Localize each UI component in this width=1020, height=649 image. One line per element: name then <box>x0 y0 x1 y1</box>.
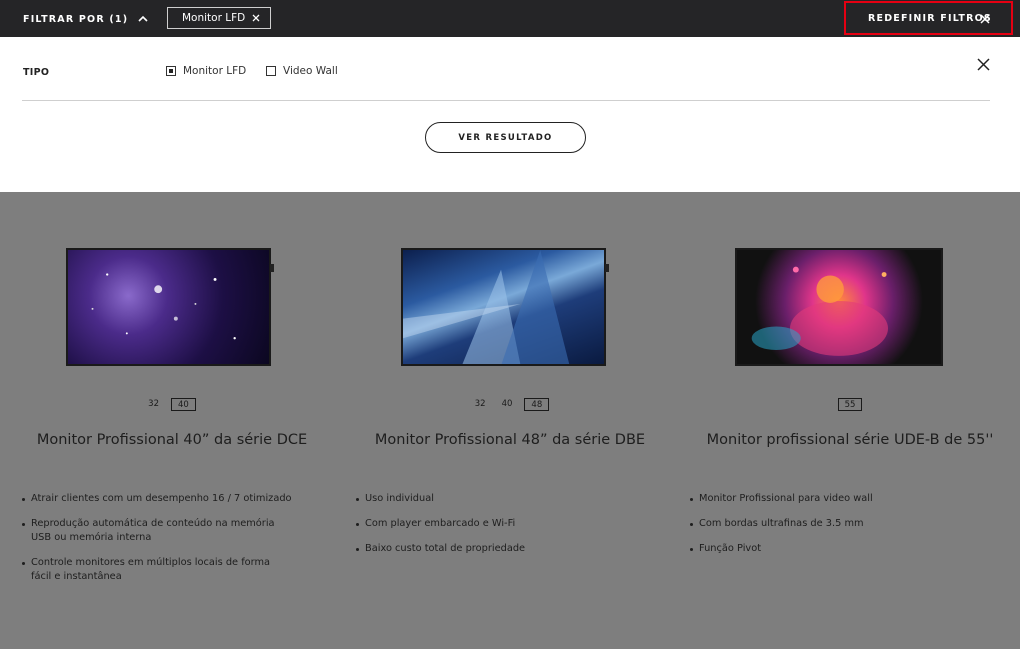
galaxy-image <box>91 273 236 340</box>
close-panel-icon[interactable] <box>977 58 990 71</box>
size-selector: 32 40 48 <box>340 398 680 411</box>
product-card: 32 40 Monitor Profissional 40” da série … <box>0 192 340 649</box>
feature-list: Uso individual Com player embarcado e Wi… <box>356 492 626 567</box>
size-option-selected[interactable]: 48 <box>524 398 550 411</box>
product-title[interactable]: Monitor Profissional 40” da série DCE <box>2 432 342 448</box>
active-filter-chip[interactable]: Monitor LFD <box>167 7 271 29</box>
filter-group-label: TIPO <box>23 67 50 78</box>
filter-option-monitor-lfd[interactable]: Monitor LFD <box>166 65 246 77</box>
product-image[interactable] <box>401 248 606 366</box>
feature-item: Reprodução automática de conteúdo na mem… <box>22 517 292 545</box>
size-selector: 32 40 <box>0 398 340 411</box>
close-icon <box>980 14 990 24</box>
reset-label: REDEFINIR FILTROS <box>868 12 992 24</box>
feature-item: Função Pivot <box>690 542 960 556</box>
product-image[interactable] <box>735 248 943 366</box>
abstract-image <box>403 250 570 364</box>
filter-toggle-button[interactable]: FILTRAR POR (1) <box>23 12 149 26</box>
feature-list: Atrair clientes com um desempenho 16 / 7… <box>22 492 292 595</box>
feature-item: Controle monitores em múltiplos locais d… <box>22 556 292 584</box>
feature-item: Uso individual <box>356 492 626 506</box>
reset-filters-button[interactable]: REDEFINIR FILTROS <box>844 1 1013 35</box>
option-label: Monitor LFD <box>183 65 247 77</box>
size-option[interactable]: 32 <box>471 398 490 411</box>
monitor-side-port <box>605 264 609 272</box>
product-card: 32 40 48 Monitor Profissional 48” da sér… <box>340 192 680 649</box>
checkbox-unchecked[interactable] <box>266 66 276 76</box>
feature-item: Com bordas ultrafinas de 3.5 mm <box>690 517 960 531</box>
filter-panel: TIPO Monitor LFD Video Wall VER RESULTAD… <box>0 37 1020 192</box>
checkbox-checked[interactable] <box>166 66 176 76</box>
product-image[interactable] <box>66 248 271 366</box>
size-option-selected[interactable]: 55 <box>837 398 863 411</box>
filter-bar: FILTRAR POR (1) Monitor LFD REDEFINIR FI… <box>0 0 1020 37</box>
monitor-side-port <box>270 264 274 272</box>
product-title[interactable]: Monitor Profissional 48” da série DBE <box>340 432 680 448</box>
size-option[interactable]: 40 <box>498 398 517 411</box>
size-option[interactable]: 32 <box>144 398 163 411</box>
product-card: 55 Monitor profissional série UDE-B de 5… <box>680 192 1020 649</box>
close-icon[interactable] <box>251 13 261 23</box>
feature-item: Baixo custo total de propriedade <box>356 542 626 556</box>
product-title[interactable]: Monitor profissional série UDE-B de 55'' <box>680 432 1020 448</box>
size-selector: 55 <box>680 398 1020 411</box>
feature-item: Atrair clientes com um desempenho 16 / 7… <box>22 492 292 506</box>
chip-label: Monitor LFD <box>182 12 246 24</box>
option-label: Video Wall <box>283 65 338 77</box>
feature-list: Monitor Profissional para video wall Com… <box>690 492 960 567</box>
view-results-button[interactable]: VER RESULTADO <box>425 122 586 153</box>
filter-label: FILTRAR POR (1) <box>23 13 129 25</box>
size-option-selected[interactable]: 40 <box>171 398 196 411</box>
paint-splash-image <box>751 266 889 356</box>
chevron-up-icon <box>138 15 148 22</box>
filter-option-video-wall[interactable]: Video Wall <box>266 65 338 77</box>
feature-item: Monitor Profissional para video wall <box>690 492 960 506</box>
feature-item: Com player embarcado e Wi-Fi <box>356 517 626 531</box>
divider <box>22 100 990 101</box>
